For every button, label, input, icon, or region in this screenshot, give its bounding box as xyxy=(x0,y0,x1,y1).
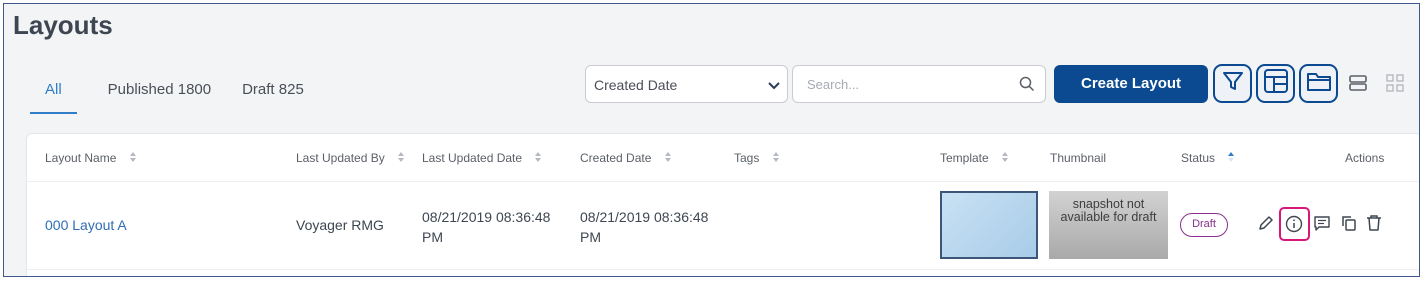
chevron-down-icon xyxy=(767,78,781,95)
info-icon-highlight xyxy=(1279,207,1310,241)
last-updated-date-cell: 08/21/2019 08:36:48 PM xyxy=(422,209,551,245)
sort-ascending-icon xyxy=(1227,151,1235,166)
layouts-table: Layout Name Last Updated By Last Updated… xyxy=(26,133,1419,276)
column-header-created-date[interactable]: Created Date xyxy=(580,151,672,166)
tab-all[interactable]: All xyxy=(30,78,77,114)
created-date-cell: 08/21/2019 08:36:48 PM xyxy=(580,209,709,245)
folder-icon xyxy=(1306,69,1332,98)
sort-select-value: Created Date xyxy=(594,77,678,93)
layouts-page: Layouts All Published 1800 Draft 825 Cre… xyxy=(3,3,1420,277)
sort-select[interactable]: Created Date xyxy=(585,65,788,103)
create-layout-button[interactable]: Create Layout xyxy=(1054,65,1208,103)
column-header-thumbnail: Thumbnail xyxy=(1050,151,1107,165)
sort-icon xyxy=(397,151,405,166)
header-divider xyxy=(27,181,1419,182)
edit-icon[interactable] xyxy=(1257,214,1275,237)
sort-icon xyxy=(664,151,672,166)
delete-icon[interactable] xyxy=(1365,214,1383,237)
column-header-template[interactable]: Template xyxy=(940,151,1009,166)
search-box xyxy=(792,65,1046,103)
search-icon[interactable] xyxy=(1019,76,1035,97)
status-tabs: All Published 1800 Draft 825 xyxy=(30,78,335,118)
grid-view-icon[interactable] xyxy=(1385,73,1405,98)
sort-icon xyxy=(534,151,542,166)
column-header-status[interactable]: Status xyxy=(1181,151,1235,166)
layout-template-icon xyxy=(1263,68,1289,99)
column-header-actions: Actions xyxy=(1345,151,1385,165)
layout-name-link[interactable]: 000 Layout A xyxy=(45,217,127,233)
sort-icon xyxy=(1001,151,1009,166)
tab-published[interactable]: Published 1800 xyxy=(108,78,211,114)
column-header-last-updated-date[interactable]: Last Updated Date xyxy=(422,151,542,166)
filter-icon xyxy=(1221,69,1245,98)
template-view-button[interactable] xyxy=(1256,64,1295,103)
comment-icon[interactable] xyxy=(1313,214,1331,237)
thumbnail-placeholder: snapshot not available for draft xyxy=(1049,191,1168,259)
sort-icon xyxy=(129,151,137,166)
column-header-last-updated-by[interactable]: Last Updated By xyxy=(296,151,405,166)
page-title: Layouts xyxy=(13,10,113,40)
sort-icon xyxy=(772,151,780,166)
folder-button[interactable] xyxy=(1299,64,1338,103)
search-input[interactable] xyxy=(807,77,1007,92)
filter-button[interactable] xyxy=(1213,64,1252,103)
status-badge: Draft xyxy=(1180,213,1228,237)
template-preview[interactable] xyxy=(940,191,1038,259)
thumbnail-text: snapshot not available for draft xyxy=(1060,197,1157,224)
list-view-icon[interactable] xyxy=(1348,73,1368,98)
last-updated-by-cell: Voyager RMG xyxy=(296,217,384,233)
tab-draft[interactable]: Draft 825 xyxy=(242,78,304,114)
row-divider xyxy=(27,269,1419,270)
column-header-layout-name[interactable]: Layout Name xyxy=(45,151,137,166)
column-header-tags[interactable]: Tags xyxy=(734,151,780,166)
copy-icon[interactable] xyxy=(1340,214,1358,237)
